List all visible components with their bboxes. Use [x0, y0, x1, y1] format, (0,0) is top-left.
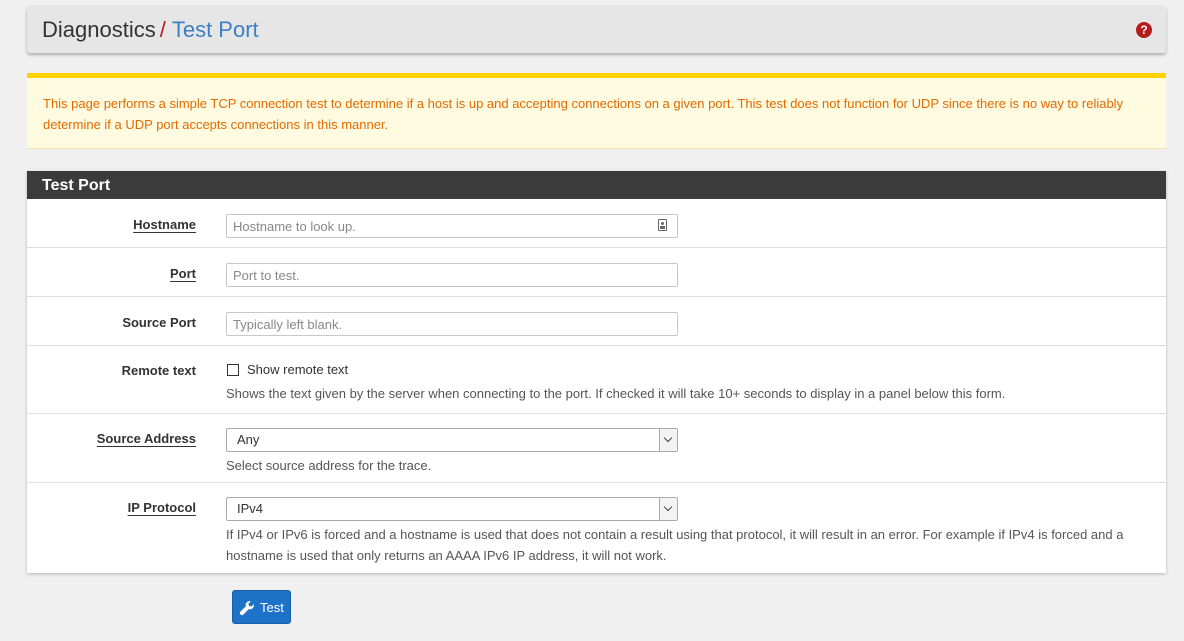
show-remote-text-checkbox[interactable] — [227, 364, 239, 376]
source-address-value: Any — [237, 432, 260, 447]
source-address-help: Select source address for the trace. — [226, 458, 432, 473]
breadcrumb-current[interactable]: Test Port — [172, 17, 259, 42]
ip-protocol-value: IPv4 — [237, 501, 264, 516]
question-circle-icon[interactable]: ? — [1136, 22, 1152, 38]
panel-title: Test Port — [27, 171, 1166, 199]
test-button-label: Test — [260, 600, 284, 615]
port-label[interactable]: Port — [170, 266, 196, 281]
hostname-field[interactable] — [226, 214, 678, 238]
source-address-row: Source Address Any Select source address… — [27, 414, 1166, 483]
page-header: Diagnostics / Test Port ? — [27, 6, 1166, 53]
source-address-label[interactable]: Source Address — [97, 431, 196, 446]
ip-protocol-row: IP Protocol IPv4 If IPv4 or IPv6 is forc… — [27, 483, 1166, 571]
breadcrumb: Diagnostics / Test Port — [42, 16, 259, 44]
ip-protocol-help: If IPv4 or IPv6 is forced and a hostname… — [226, 527, 1124, 563]
breadcrumb-separator: / — [159, 17, 166, 42]
hostname-row: Hostname — [27, 199, 1166, 248]
ip-protocol-select[interactable]: IPv4 — [226, 497, 678, 521]
test-button[interactable]: Test — [232, 590, 291, 624]
contact-card-icon — [658, 219, 667, 231]
show-remote-text-label[interactable]: Show remote text — [247, 362, 348, 377]
remote-text-help: Shows the text given by the server when … — [226, 386, 1006, 401]
ip-protocol-label[interactable]: IP Protocol — [128, 500, 196, 515]
port-row: Port — [27, 248, 1166, 297]
source-port-field[interactable] — [226, 312, 678, 336]
alert-text: This page performs a simple TCP connecti… — [43, 96, 1124, 132]
hostname-label[interactable]: Hostname — [133, 217, 196, 232]
source-port-input[interactable] — [227, 313, 653, 335]
test-port-panel: Test Port Hostname Port Source Port Remo… — [27, 171, 1166, 573]
remote-text-label: Remote text — [121, 363, 196, 378]
source-port-row: Source Port — [27, 297, 1166, 346]
chevron-down-icon — [659, 429, 677, 451]
remote-text-row: Remote text Show remote text Shows the t… — [27, 346, 1166, 414]
chevron-down-icon — [659, 498, 677, 520]
port-input[interactable] — [227, 264, 653, 286]
wrench-icon — [239, 601, 254, 616]
source-port-label: Source Port — [122, 315, 196, 330]
hostname-input[interactable] — [227, 215, 653, 237]
port-field[interactable] — [226, 263, 678, 287]
info-alert: This page performs a simple TCP connecti… — [27, 73, 1166, 149]
source-address-select[interactable]: Any — [226, 428, 678, 452]
breadcrumb-root[interactable]: Diagnostics — [42, 17, 156, 42]
